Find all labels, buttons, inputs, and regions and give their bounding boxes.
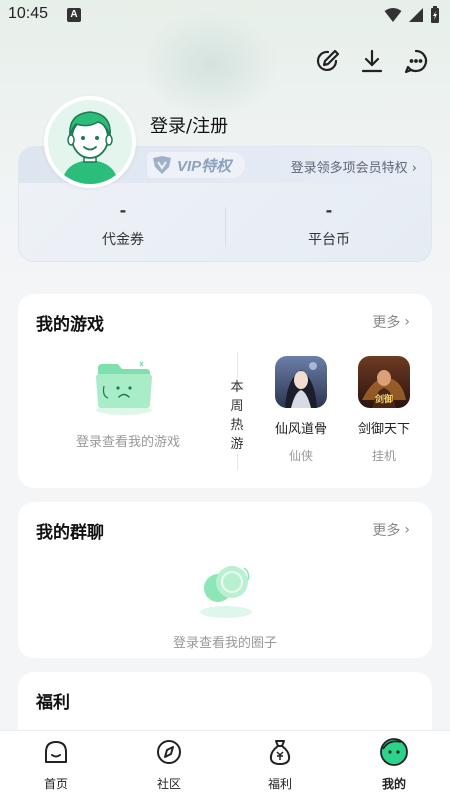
nav-welfare-label: 福利 [267,777,292,791]
my-games-empty-text: 登录查看我的游戏 [75,435,180,450]
login-register-link[interactable]: 登录/注册 [150,112,228,138]
empty-chat-icon [200,566,252,618]
stat-divider [225,207,226,247]
game-name: 仙风道骨 [274,422,327,437]
voucher-stat[interactable]: - 代金券 [53,201,193,249]
my-groups-more-text: 更多 [372,523,401,539]
status-time: 10:45 [8,5,49,22]
nav-welfare[interactable]: 福利 [240,737,320,792]
game-tag: 仙侠 [288,449,313,463]
vip-badge: VIP特权 [147,152,246,178]
message-icon[interactable] [399,44,433,78]
compass-icon [154,737,184,767]
status-icons [384,6,440,24]
empty-folder-icon [96,361,152,415]
my-games-card: 我的游戏 更多 › 登录查看我的游戏 本周热游 仙风道骨 仙侠 剑御 剑御天下 … [18,294,432,488]
svg-text:剑御: 剑御 [374,393,393,405]
voucher-value: - [119,201,127,220]
battery-icon [431,6,439,23]
hot-game-item[interactable]: 仙风道骨 仙侠 [265,356,337,464]
platform-coin-label: 平台币 [308,232,350,248]
edit-icon[interactable] [311,44,345,78]
status-bar: 10:45 A [0,0,450,30]
profile-face-icon [379,737,409,767]
platform-coin-stat[interactable]: - 平台币 [259,201,399,249]
money-bag-icon [265,737,295,767]
nav-community[interactable]: 社区 [129,737,209,792]
vip-privilege-link[interactable]: 登录领多项会员特权 › [291,157,417,176]
game-cover [275,356,327,408]
chevron-right-icon: › [411,161,417,176]
nav-profile-label: 我的 [381,777,406,791]
nav-home-label: 首页 [43,777,68,791]
hot-game-item[interactable]: 剑御 剑御天下 挂机 [348,356,420,464]
nav-home[interactable]: 首页 [16,737,96,792]
vip-shield-icon [153,156,171,174]
welfare-title: 福利 [36,693,70,713]
voucher-label: 代金券 [102,232,144,248]
avatar-image [48,100,132,184]
nav-community-label: 社区 [156,777,181,791]
game-tag: 挂机 [371,449,396,463]
notification-icon: A [67,8,81,22]
avatar[interactable] [44,96,136,188]
my-groups-more-link[interactable]: 更多 › [372,520,410,540]
my-games-more-text: 更多 [372,315,401,331]
platform-coin-value: - [325,201,333,220]
bottom-nav: 首页 社区 福利 我的 [0,730,450,800]
download-icon[interactable] [355,44,389,78]
my-games-title: 我的游戏 [36,315,104,335]
nav-profile[interactable]: 我的 [354,737,434,792]
my-groups-title: 我的群聊 [36,523,104,543]
chevron-right-icon: › [404,314,410,330]
vip-badge-text: VIP特权 [177,157,232,175]
my-groups-card: 我的群聊 更多 › 登录查看我的圈子 [18,502,432,658]
chevron-right-icon: › [404,522,410,538]
game-cover: 剑御 [358,356,410,408]
wifi-icon [384,8,402,22]
weekly-hot-label: 本周热游 [228,378,246,454]
signal-icon [409,8,423,22]
vip-link-text: 登录领多项会员特权 [290,161,408,176]
my-games-more-link[interactable]: 更多 › [372,312,410,332]
game-name: 剑御天下 [357,422,410,437]
my-groups-empty-text: 登录查看我的圈子 [172,636,277,651]
home-icon [41,737,71,767]
